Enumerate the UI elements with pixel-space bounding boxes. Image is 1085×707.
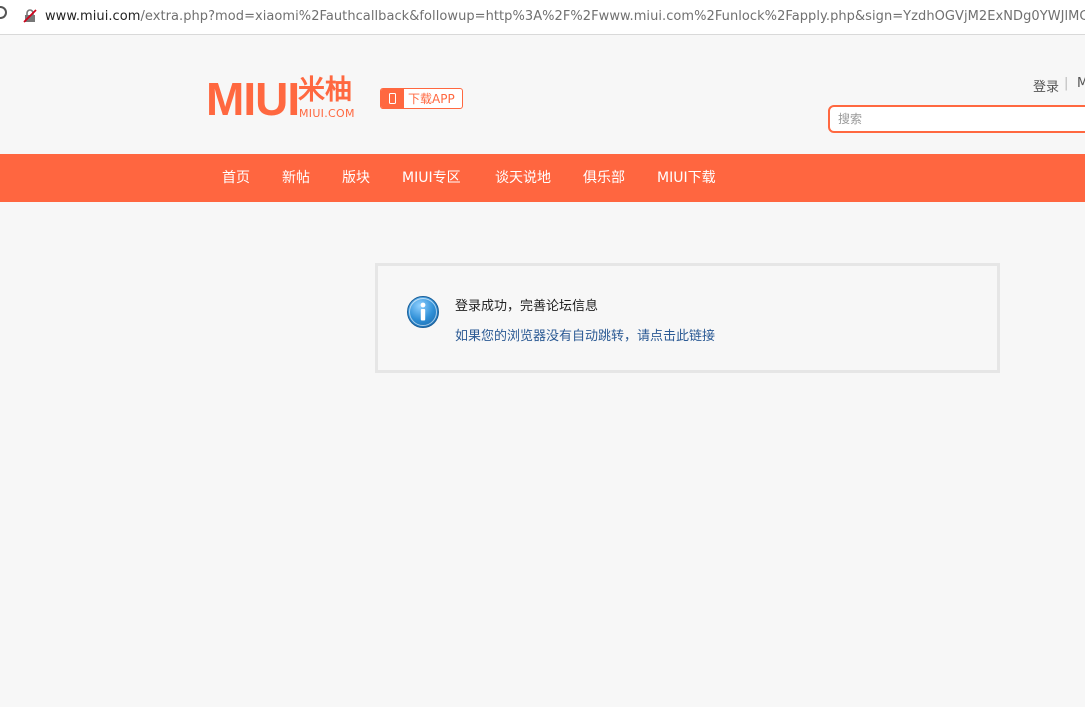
nav-item-new-posts[interactable]: 新帖	[282, 154, 310, 202]
nav-item-miui-download[interactable]: MIUI下载	[657, 154, 716, 202]
reload-icon[interactable]	[0, 6, 7, 19]
nav-item-miui-zone[interactable]: MIUI专区	[402, 154, 461, 202]
nav-item-chat[interactable]: 谈天说地	[495, 154, 551, 202]
nav-item-club[interactable]: 俱乐部	[583, 154, 625, 202]
browser-url-bar[interactable]: www.miui.com/extra.php?mod=xiaomi%2Fauth…	[0, 0, 1085, 35]
download-app-button[interactable]: 下载APP	[380, 88, 463, 109]
login-link[interactable]: 登录	[1033, 76, 1059, 95]
main-nav: 首页 新帖 版块 MIUI专区 谈天说地 俱乐部 MIUI下载	[0, 154, 1085, 202]
info-icon	[407, 296, 439, 328]
header-separator: |	[1064, 76, 1069, 91]
nav-item-home[interactable]: 首页	[222, 154, 250, 202]
url-text[interactable]: www.miui.com/extra.php?mod=xiaomi%2Fauth…	[45, 9, 1085, 24]
download-app-label: 下载APP	[408, 92, 455, 106]
site-header	[0, 36, 1085, 154]
phone-icon-box	[381, 89, 404, 108]
login-success-panel: 登录成功，完善论坛信息 如果您的浏览器没有自动跳转，请点击此链接	[375, 263, 1000, 373]
header-more-link[interactable]: M	[1077, 76, 1085, 91]
insecure-lock-icon[interactable]	[23, 9, 37, 23]
message-title: 登录成功，完善论坛信息	[455, 299, 599, 314]
logo-chinese[interactable]: 米柚	[298, 76, 352, 106]
logo-miui[interactable]: MIUI	[206, 76, 300, 122]
phone-icon	[389, 93, 396, 104]
redirect-link[interactable]: 如果您的浏览器没有自动跳转，请点击此链接	[455, 325, 715, 344]
search-input[interactable]	[828, 105, 1085, 133]
url-path: /extra.php?mod=xiaomi%2Fauthcallback&fol…	[140, 9, 1085, 24]
logo-domain: MIUI.COM	[299, 107, 355, 120]
nav-item-forums[interactable]: 版块	[342, 154, 370, 202]
url-host: www.miui.com	[45, 9, 141, 24]
